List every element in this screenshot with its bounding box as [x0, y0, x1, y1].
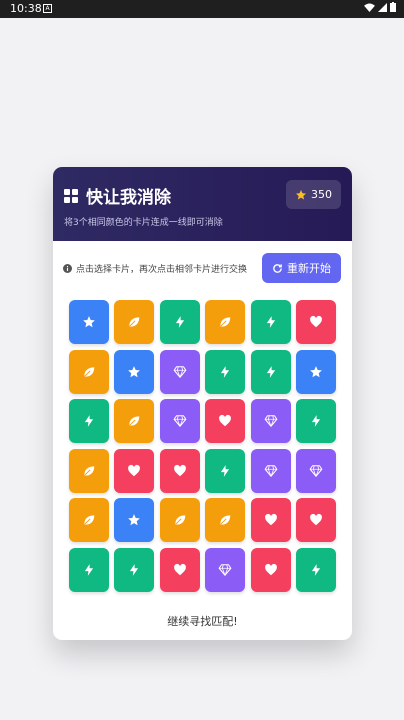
tile-gem[interactable]	[250, 448, 291, 493]
tile-leaf[interactable]	[205, 300, 246, 344]
tile-star[interactable]	[114, 498, 155, 543]
tile-bolt[interactable]	[250, 349, 291, 394]
game-subtitle: 将3个相同颜色的卡片连成一线即可消除	[64, 218, 223, 228]
tile-leaf[interactable]	[69, 498, 109, 543]
gem-icon	[173, 365, 187, 378]
restart-label: 重新开始	[287, 262, 331, 275]
tile-leaf[interactable]	[69, 349, 109, 394]
hint-row: 点击选择卡片，再次点击相邻卡片进行交换	[63, 262, 247, 275]
tile-heart[interactable]	[159, 547, 200, 592]
star-icon	[83, 316, 95, 328]
star-icon	[310, 365, 322, 377]
leaf-icon	[129, 317, 140, 327]
hint-text: 点击选择卡片，再次点击相邻卡片进行交换	[76, 265, 248, 275]
tile-gem[interactable]	[159, 399, 200, 444]
tile-gem[interactable]	[250, 399, 291, 444]
leaf-icon	[220, 317, 231, 327]
tile-bolt[interactable]	[114, 547, 155, 592]
tile-bolt[interactable]	[295, 547, 336, 592]
refresh-icon	[273, 263, 282, 273]
star-icon	[128, 514, 141, 526]
tile-leaf[interactable]	[69, 448, 109, 493]
title-row: 快让我消除	[64, 183, 171, 208]
leaf-icon	[220, 515, 231, 526]
page-title: 快让我消除	[86, 188, 171, 208]
tile-heart[interactable]	[295, 300, 336, 344]
game-header: 快让我消除 将3个相同颜色的卡片连成一线即可消除 350	[53, 167, 352, 241]
bolt-icon	[266, 316, 275, 328]
heart-icon	[219, 415, 232, 427]
grid-icon	[64, 188, 78, 203]
system-icons	[364, 2, 396, 12]
bolt-icon	[311, 415, 321, 428]
wifi-icon	[364, 2, 375, 12]
gem-icon	[173, 415, 187, 427]
tile-bolt[interactable]	[69, 547, 109, 592]
star-icon	[296, 189, 306, 199]
status-time: 10:38	[10, 2, 42, 15]
tile-star[interactable]	[114, 349, 155, 394]
status-bar: 10:38 A	[0, 0, 404, 18]
heart-icon	[173, 464, 186, 477]
bolt-icon	[84, 415, 94, 428]
toolbar: 点击选择卡片，再次点击相邻卡片进行交换 重新开始	[53, 253, 352, 283]
gem-icon	[309, 465, 323, 477]
tile-bolt[interactable]	[205, 448, 246, 493]
tile-leaf[interactable]	[114, 399, 155, 444]
tile-heart[interactable]	[114, 448, 155, 493]
heart-icon	[264, 563, 277, 576]
tile-gem[interactable]	[205, 547, 246, 592]
tile-star[interactable]	[69, 300, 109, 344]
battery-icon	[390, 2, 396, 12]
gem-icon	[218, 564, 232, 576]
game-board	[69, 300, 336, 592]
leaf-icon	[84, 466, 95, 476]
star-icon	[128, 365, 141, 377]
bolt-icon	[221, 365, 230, 378]
tile-bolt[interactable]	[159, 300, 200, 344]
tile-leaf[interactable]	[114, 300, 155, 344]
tile-bolt[interactable]	[250, 300, 291, 344]
info-icon	[63, 264, 72, 273]
heart-icon	[310, 315, 322, 328]
bolt-icon	[130, 564, 139, 576]
tile-heart[interactable]	[295, 498, 336, 543]
leaf-icon	[175, 515, 186, 526]
gem-icon	[264, 415, 277, 427]
restart-button[interactable]: 重新开始	[262, 253, 341, 283]
heart-icon	[264, 514, 277, 526]
game-card: 快让我消除 将3个相同颜色的卡片连成一线即可消除 350 点击选择卡片，再次点击…	[53, 167, 352, 640]
tile-heart[interactable]	[159, 448, 200, 493]
heart-icon	[173, 563, 186, 576]
bolt-icon	[311, 564, 321, 576]
notification-icon: A	[43, 4, 52, 13]
bolt-icon	[221, 464, 230, 477]
tile-gem[interactable]	[159, 349, 200, 394]
leaf-icon	[129, 416, 140, 426]
tile-gem[interactable]	[295, 448, 336, 493]
tile-bolt[interactable]	[205, 349, 246, 394]
gem-icon	[264, 465, 277, 477]
tile-star[interactable]	[295, 349, 336, 394]
tile-heart[interactable]	[250, 498, 291, 543]
status-message: 继续寻找匹配!	[167, 615, 238, 628]
tile-heart[interactable]	[205, 399, 246, 444]
bolt-icon	[84, 564, 94, 576]
tile-leaf[interactable]	[205, 498, 246, 543]
leaf-icon	[84, 515, 95, 526]
heart-icon	[310, 514, 322, 526]
tile-bolt[interactable]	[295, 399, 336, 444]
tile-heart[interactable]	[250, 547, 291, 592]
bolt-icon	[266, 365, 275, 378]
signal-icon	[378, 2, 387, 12]
tile-bolt[interactable]	[69, 399, 109, 444]
bolt-icon	[175, 316, 184, 328]
score-value: 350	[311, 188, 332, 201]
score-badge: 350	[286, 180, 341, 209]
tile-leaf[interactable]	[159, 498, 200, 543]
leaf-icon	[84, 366, 95, 377]
heart-icon	[128, 464, 141, 477]
